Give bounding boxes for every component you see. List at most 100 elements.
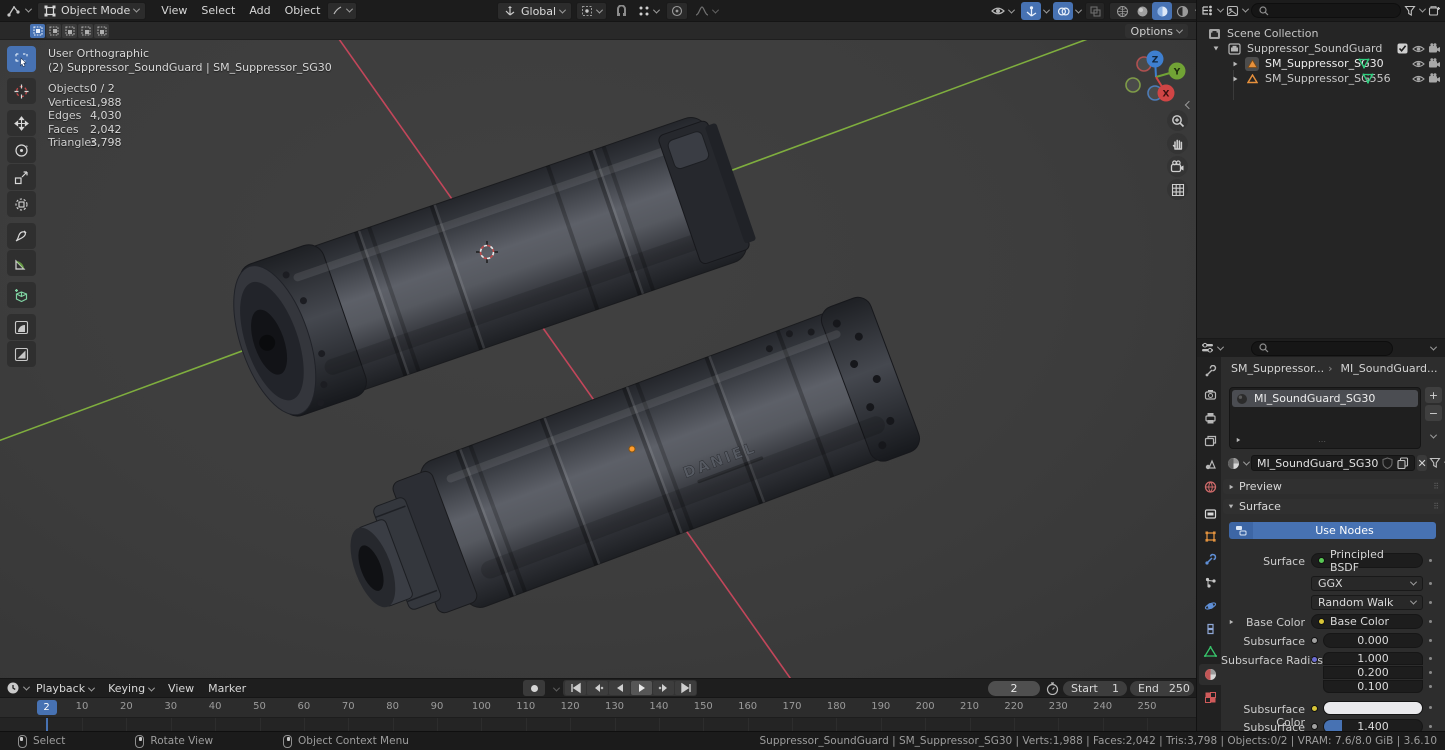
viewport-canvas[interactable]: DANIEL	[0, 40, 1196, 678]
list-resize-grip[interactable]: ⋯	[1318, 437, 1327, 446]
jump-end-button[interactable]	[675, 681, 696, 695]
playhead-line[interactable]	[46, 718, 48, 732]
slot-specials-menu[interactable]	[1425, 429, 1442, 443]
axis-neg-y-ball[interactable]	[1126, 78, 1140, 92]
unlink-material-button[interactable]: ✕	[1417, 455, 1426, 471]
cursor-tool-button[interactable]	[7, 78, 36, 104]
properties-tab-material[interactable]	[1199, 664, 1221, 685]
menu-view[interactable]: View	[154, 0, 194, 22]
xray-toggle[interactable]	[1085, 2, 1105, 20]
properties-tab-particles[interactable]	[1199, 572, 1221, 593]
proportional-editing-toggle[interactable]	[666, 2, 688, 20]
properties-tab-view-layer[interactable]	[1199, 430, 1221, 451]
outliner-filter-dropdown[interactable]	[1404, 2, 1425, 20]
select-box-tool-button[interactable]	[7, 46, 36, 72]
auto-keying-toggle[interactable]	[523, 680, 545, 696]
rotate-tool-button[interactable]	[7, 137, 36, 163]
outliner-row-object-sg30[interactable]: SM_Suppressor_SG30	[1197, 56, 1445, 71]
hide-eye-icon[interactable]	[1411, 42, 1425, 56]
properties-tab-object[interactable]	[1199, 526, 1221, 547]
distribution-dropdown[interactable]: GGX	[1311, 576, 1423, 591]
outliner-row-collection[interactable]: Suppressor_SoundGuard	[1197, 41, 1445, 56]
properties-editor-selector[interactable]	[1201, 339, 1223, 357]
slot-list-expand[interactable]	[1237, 438, 1241, 442]
prev-keyframe-button[interactable]	[587, 681, 608, 695]
outliner-display-mode-dropdown[interactable]	[1226, 2, 1248, 20]
disable-render-camera-icon[interactable]	[1427, 42, 1441, 56]
material-slot-list[interactable]: MI_SoundGuard_SG30 ⋯	[1229, 387, 1421, 449]
mode-options-dropdown[interactable]	[327, 2, 357, 20]
menu-marker[interactable]: Marker	[201, 679, 253, 698]
properties-tab-object-data[interactable]	[1199, 641, 1221, 662]
outliner-search-input[interactable]	[1251, 3, 1401, 18]
current-frame-field[interactable]: 2	[988, 681, 1040, 696]
pivot-point-dropdown[interactable]	[576, 2, 607, 20]
editor-type-selector[interactable]	[6, 2, 31, 20]
move-tool-button[interactable]	[7, 110, 36, 136]
options-button[interactable]: Options	[1125, 24, 1188, 38]
collapse-arrow-icon[interactable]	[1214, 47, 1219, 51]
navigation-gizmo[interactable]: Z Y X	[1121, 42, 1191, 112]
snap-toggle[interactable]	[611, 2, 631, 20]
expand-arrow-icon[interactable]	[1234, 61, 1238, 66]
scale-tool-button[interactable]	[7, 164, 36, 190]
select-mode-intersect[interactable]	[94, 24, 109, 38]
play-button[interactable]	[631, 681, 652, 695]
radius-z-field[interactable]: 0.100	[1323, 680, 1423, 693]
shading-wireframe-button[interactable]	[1112, 2, 1132, 20]
extra-tool-arc-button[interactable]	[7, 314, 36, 340]
jump-start-button[interactable]	[565, 681, 586, 695]
subsurface-color-swatch[interactable]	[1323, 701, 1423, 715]
use-nodes-button[interactable]: Use Nodes	[1253, 522, 1436, 539]
timeline-ruler[interactable]: 1020304050607080901001101201301401501601…	[0, 698, 1196, 718]
select-mode-extend[interactable]	[46, 24, 61, 38]
menu-view[interactable]: View	[161, 679, 201, 698]
hide-eye-icon[interactable]	[1411, 72, 1425, 86]
remove-slot-button[interactable]: −	[1425, 405, 1442, 421]
properties-tab-constraints[interactable]	[1199, 618, 1221, 639]
timeline-editor-selector[interactable]	[6, 679, 29, 697]
select-mode-new[interactable]	[30, 24, 45, 38]
browse-material-dropdown[interactable]	[1227, 454, 1249, 472]
proportional-falloff-dropdown[interactable]	[692, 2, 721, 20]
base-color-field[interactable]: Base Color	[1311, 614, 1423, 629]
sidebar-toggle[interactable]	[1186, 98, 1192, 111]
new-collection-button[interactable]	[1428, 2, 1441, 20]
transform-orientation-dropdown[interactable]: Global	[497, 2, 572, 20]
collection-checkbox[interactable]	[1395, 42, 1409, 56]
radius-y-field[interactable]: 0.200	[1323, 666, 1423, 679]
properties-tab-physics[interactable]	[1199, 595, 1221, 616]
add-cube-tool-button[interactable]	[7, 282, 36, 308]
frame-start-field[interactable]: Start1	[1063, 681, 1127, 696]
properties-tab-output[interactable]	[1199, 407, 1221, 428]
properties-tab-tool[interactable]	[1199, 361, 1221, 382]
frame-end-field[interactable]: End250	[1130, 681, 1194, 696]
outliner-row-object-sg556[interactable]: SM_Suppressor_SG556	[1197, 71, 1445, 86]
menu-playback[interactable]: Playback	[29, 679, 101, 698]
surface-shader-field[interactable]: Principled BSDF	[1311, 553, 1423, 568]
camera-view-button[interactable]	[1167, 156, 1188, 177]
menu-object[interactable]: Object	[278, 0, 328, 22]
properties-tab-texture[interactable]	[1199, 687, 1221, 708]
menu-add[interactable]: Add	[242, 0, 277, 22]
outliner-editor-selector[interactable]	[1201, 2, 1223, 20]
shading-material-button[interactable]	[1152, 2, 1172, 20]
properties-header-menu[interactable]	[1430, 343, 1437, 350]
material-filter-dropdown[interactable]	[1429, 454, 1445, 472]
fake-user-shield-icon[interactable]	[1382, 457, 1393, 469]
properties-tab-world[interactable]	[1199, 476, 1221, 497]
menu-select[interactable]: Select	[194, 0, 242, 22]
add-slot-button[interactable]: +	[1425, 387, 1442, 403]
transform-tool-button[interactable]	[7, 191, 36, 217]
snap-mode-dropdown[interactable]	[635, 2, 662, 20]
properties-tab-scene[interactable]	[1199, 453, 1221, 474]
copy-datablock-icon[interactable]	[1397, 457, 1409, 469]
mode-dropdown[interactable]: Object Mode	[37, 2, 146, 20]
subsurface-method-dropdown[interactable]: Random Walk	[1311, 595, 1423, 610]
pan-view-button[interactable]	[1167, 133, 1188, 154]
extra-tool-corner-button[interactable]	[7, 341, 36, 367]
select-mode-invert[interactable]	[78, 24, 93, 38]
properties-tab-modifiers[interactable]	[1199, 549, 1221, 570]
panel-preview[interactable]: Preview⠿	[1223, 479, 1444, 494]
shading-rendered-button[interactable]	[1172, 2, 1192, 20]
